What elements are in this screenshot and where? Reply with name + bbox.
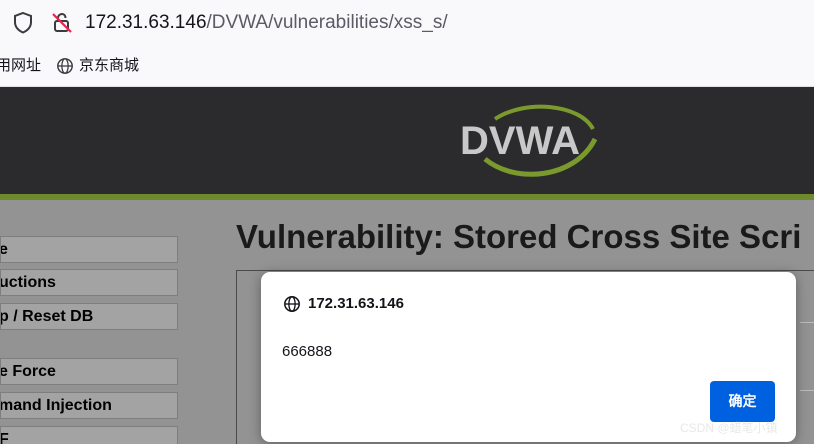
dvwa-header: DVWA (0, 87, 814, 200)
bookmark-item[interactable]: 用网址 (0, 57, 41, 75)
insecure-lock-icon[interactable] (50, 11, 74, 40)
sidebar-item-csrf[interactable]: F (0, 426, 178, 444)
ok-button[interactable]: 确定 (710, 381, 775, 422)
divider (800, 322, 814, 323)
globe-icon (57, 58, 73, 74)
address-bar: 172.31.63.146/DVWA/vulnerabilities/xss_s… (0, 0, 814, 46)
dvwa-logo: DVWA (460, 104, 598, 177)
sidebar-item-command-injection[interactable]: mand Injection (0, 392, 178, 419)
url-path: /DVWA/vulnerabilities/xss_s/ (206, 12, 448, 33)
sidebar-item-setup-reset-db[interactable]: p / Reset DB (0, 303, 178, 330)
alert-dialog: 172.31.63.146 666888 确定 (261, 272, 796, 442)
dialog-message: 666888 (282, 343, 333, 360)
shield-icon[interactable] (12, 11, 34, 40)
bookmark-item[interactable]: 京东商城 (56, 57, 139, 75)
sidebar-item-home[interactable]: e (0, 236, 178, 263)
watermark: CSDN @蜡笔小镇 (680, 421, 778, 435)
url-host: 172.31.63.146 (85, 12, 207, 33)
logo-text: DVWA (460, 119, 580, 163)
sidebar-item-instructions[interactable]: uctions (0, 269, 178, 296)
globe-icon (284, 296, 300, 312)
divider (800, 390, 814, 391)
bookmarks-bar: 用网址 京东商城 (0, 46, 814, 87)
dialog-origin: 172.31.63.146 (308, 295, 404, 312)
page-title: Vulnerability: Stored Cross Site Scri (236, 218, 802, 255)
sidebar-item-brute-force[interactable]: e Force (0, 358, 178, 385)
url-field[interactable]: 172.31.63.146/DVWA/vulnerabilities/xss_s… (85, 11, 448, 35)
bookmark-label: 京东商城 (79, 57, 140, 74)
